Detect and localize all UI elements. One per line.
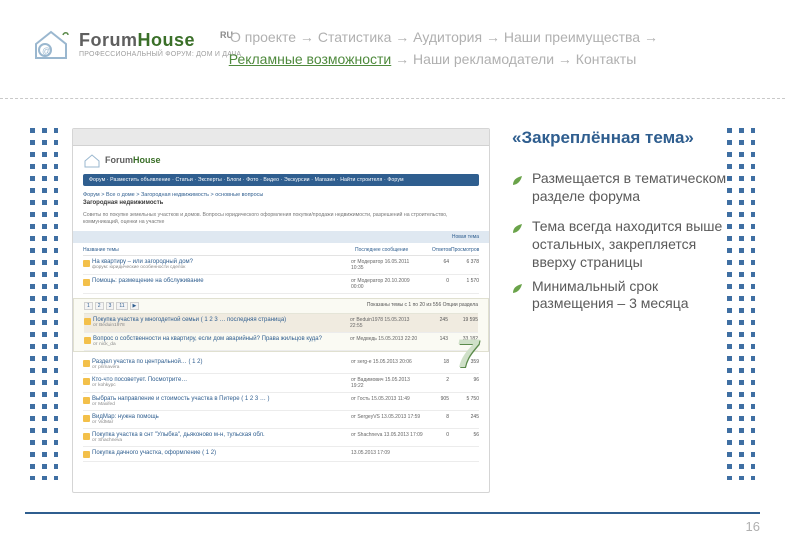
section-title: Загородная недвижимость [83,200,479,206]
toolbar-band: Новая тема [73,231,489,243]
pager-page[interactable]: 3 [106,302,115,310]
table-head: Название темы Последнее сообщение Ответо… [83,245,479,256]
leaf-icon [512,221,523,232]
pager-page[interactable]: ▶ [130,302,140,310]
table-row: Вопрос о собственности на квартиру, если… [84,333,478,351]
pager-page[interactable]: 1 [84,302,93,310]
table-row: ВидМар: нужна помощьот VidMarот SergeyVS… [83,411,479,429]
sticky-block: 12311▶ Показаны темы с 1 по 20 из 556 Оп… [73,298,489,352]
table-row: Раздел участка по центральной… ( 1 2)от … [83,356,479,374]
bullet-text: Размещается в тематическом разделе форум… [532,170,726,204]
house-icon: @ [28,24,73,64]
nav-link[interactable]: Контакты [576,51,636,67]
nav-tabs: Форум · Разместить объявление · Статьи ·… [83,174,479,186]
table-row: Помощь: размещение на обслуживаниеот Мод… [83,275,479,294]
table-row: Покупка участка в снт "Улыбка", дьяконов… [83,429,479,447]
table-row: Покупка участка у многодетной семьи ( 1 … [84,314,478,333]
topic-icon [84,337,91,344]
footer-rule [25,512,760,514]
bullet-item: Размещается в тематическом разделе форум… [512,170,732,206]
nav-link[interactable]: О проекте [230,29,296,45]
topic-icon [83,415,90,422]
leaf-icon [512,173,523,184]
bullet-text: Минимальный срок размещения – 3 месяца [532,278,689,312]
pager-page[interactable]: 11 [116,302,127,310]
bullet-item: Тема всегда находится выше остальных, за… [512,218,732,272]
leaf-icon [512,281,523,292]
content-right: «Закреплённая тема» Размещается в темати… [512,128,732,325]
slide-title: «Закреплённая тема» [512,128,732,148]
topic-icon [83,260,90,267]
topic-icon [84,318,91,325]
nav-link[interactable]: Наши преимущества [504,29,640,45]
topic-icon [83,378,90,385]
svg-text:@: @ [42,46,51,56]
pager-page[interactable]: 2 [95,302,104,310]
bullet-list: Размещается в тематическом разделе форум… [512,170,732,313]
page-number: 16 [746,519,760,534]
table-row: Покупка дачного участка, оформление ( 1 … [83,447,479,462]
mini-logo: ForumHouse [83,152,479,168]
bullet-text: Тема всегда находится выше остальных, за… [532,218,722,270]
breadcrumb: Форум > Все о доме > Загородная недвижим… [83,192,479,198]
topic-icon [83,360,90,367]
top-nav: О проекте → Статистика → Аудитория → Наш… [230,28,765,69]
topic-icon [83,451,90,458]
table-row: На квартиру – или загородный дом?форум: … [83,256,479,275]
bullet-item: Минимальный срок размещения – 3 месяца [512,278,732,314]
divider [0,98,785,99]
table-row: Выбрать направление и стоимость участка … [83,393,479,411]
dots-decor-left [30,128,58,480]
topic-icon [83,397,90,404]
nav-link[interactable]: Статистика [318,29,392,45]
nav-link[interactable]: Аудитория [413,29,482,45]
nav-link[interactable]: Рекламные возможности [229,51,392,67]
topic-icon [83,433,90,440]
nav-link[interactable]: Наши рекламодатели [413,51,554,67]
window-titlebar [73,129,489,146]
table-row: Кто-что посоветует. Посмотрите…от kohkyp… [83,374,479,393]
topic-icon [83,279,90,286]
section-desc: Советы по покупке земельных участков и д… [83,212,479,226]
forum-screenshot: ForumHouse Форум · Разместить объявление… [72,128,490,493]
